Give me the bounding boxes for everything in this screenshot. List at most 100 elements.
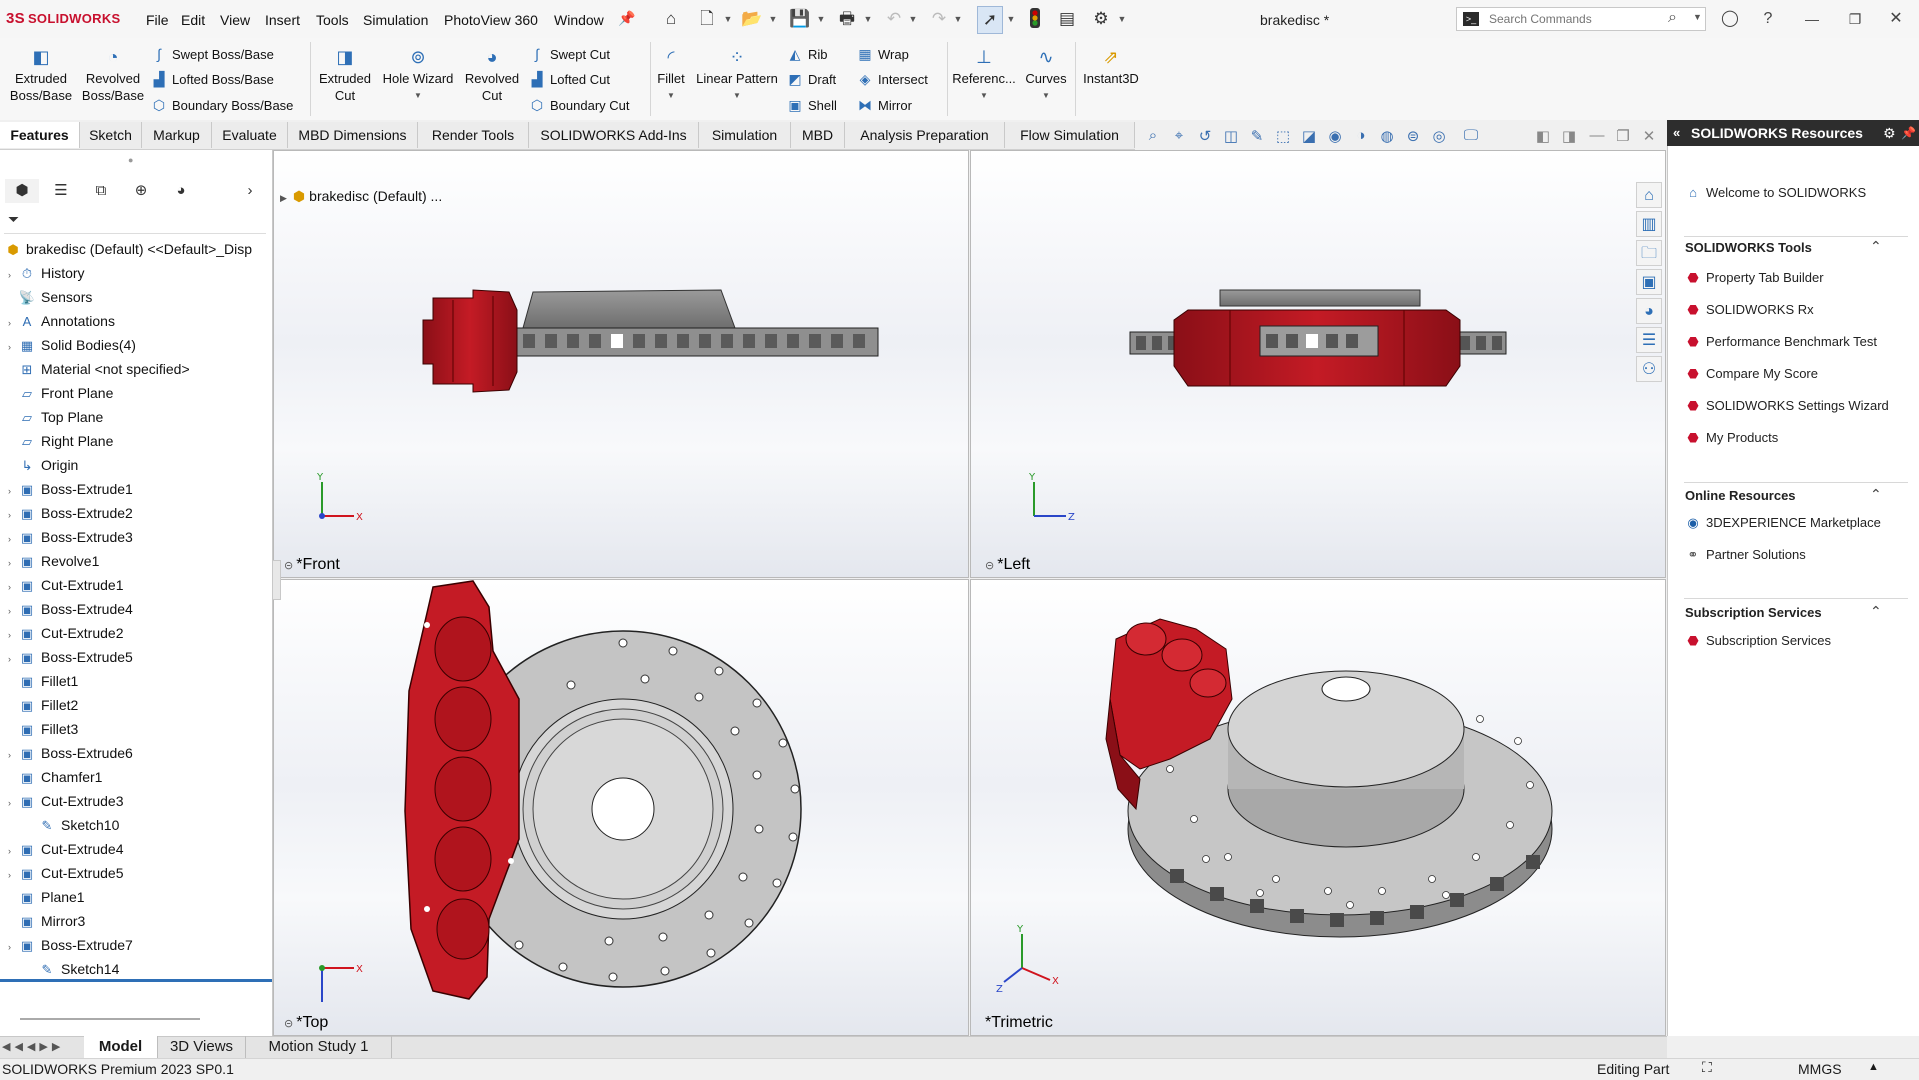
rollback-bar[interactable] [0, 979, 272, 982]
propertymanager-tab-icon[interactable]: ☰ [44, 179, 78, 203]
open-folder-icon[interactable]: 📂 [741, 8, 763, 30]
save-dropdown-icon[interactable]: ▼ [816, 8, 826, 30]
subscription-services-link[interactable]: ⬣ Subscription Services [1684, 631, 1831, 651]
undo-dropdown-icon[interactable]: ▼ [908, 8, 918, 30]
previous-view-icon[interactable]: ↺ [1194, 127, 1216, 145]
linear-pattern-button[interactable]: ⁘ Linear Pattern ▼ [692, 46, 782, 104]
configurationmanager-tab-icon[interactable]: ⧉ [84, 179, 118, 203]
link-views-icon[interactable]: ⊝ [284, 1018, 293, 1030]
tree-item[interactable]: › ▣ Cut-Extrude2 [8, 621, 123, 645]
lofted-cut-button[interactable]: ▟ Lofted Cut [528, 69, 610, 89]
options-gear-icon[interactable]: ⚙ [1090, 8, 1112, 30]
view-palette-tab-icon[interactable]: ▣ [1636, 269, 1662, 295]
revolved-cut-button[interactable]: ◕ Revolved Cut [461, 46, 523, 104]
viewport-front-label[interactable]: ⊝ *Front [284, 556, 340, 574]
design-library-tab-icon[interactable]: ▥ [1636, 211, 1662, 237]
tab-render-tools[interactable]: Render Tools [418, 122, 529, 148]
tree-item[interactable]: › ▣ Boss-Extrude7 [8, 933, 133, 957]
intersect-button[interactable]: ◈ Intersect [856, 69, 928, 89]
tab-evaluate[interactable]: Evaluate [212, 122, 288, 148]
displaymanager-tab-icon[interactable]: ◕ [164, 179, 198, 203]
tool-link[interactable]: ⬣ My Products [1684, 428, 1778, 448]
tree-root[interactable]: ⬢ brakedisc (Default) <<Default>_Disp [4, 237, 252, 261]
tree-item[interactable]: › A Annotations [8, 309, 115, 333]
tree-expand-icon[interactable]: › [8, 863, 18, 887]
tree-filter[interactable]: ⏷ [4, 208, 266, 234]
rebuild-status-icon[interactable]: ⛶ [1702, 1059, 1712, 1076]
menu-edit[interactable]: Edit [181, 12, 205, 28]
tree-item[interactable]: › ▣ Cut-Extrude3 [8, 789, 123, 813]
tree-expand-icon[interactable]: › [8, 263, 18, 287]
dynamic-annotation-icon[interactable]: ✎ [1246, 127, 1268, 145]
tab-mbd-dimensions[interactable]: MBD Dimensions [288, 122, 418, 148]
tab-solidworks-addins[interactable]: SOLIDWORKS Add-Ins [529, 122, 699, 148]
fillet-button[interactable]: ◜ Fillet ▼ [654, 46, 688, 104]
task-pane-settings-icon[interactable]: ⚙ [1883, 120, 1896, 146]
view-settings-icon[interactable]: ⊜ [1402, 127, 1424, 145]
task-pane-pin-icon[interactable]: 📌 [1901, 120, 1916, 146]
tile-right-icon[interactable]: ◨ [1558, 127, 1580, 145]
tree-item[interactable]: ▣ Plane1 [8, 885, 85, 909]
wrap-button[interactable]: ▦ Wrap [856, 44, 908, 64]
tab-flow-simulation[interactable]: Flow Simulation [1005, 122, 1135, 148]
featuremanager-tab-icon[interactable]: ⬢ [5, 179, 39, 203]
tool-link[interactable]: ⬣ SOLIDWORKS Settings Wizard [1684, 396, 1888, 416]
display-pane-icon[interactable]: 🖵 [1460, 127, 1482, 144]
file-explorer-tab-icon[interactable]: 🗀 [1636, 240, 1662, 266]
revolved-boss-button[interactable]: ◔ Revolved Boss/Base [80, 46, 146, 104]
section-view-icon[interactable]: ◫ [1220, 127, 1242, 145]
file-properties-icon[interactable]: ▤ [1056, 8, 1078, 30]
tree-item[interactable]: ▣ Mirror3 [8, 909, 86, 933]
viewport-left-label[interactable]: ⊝ *Left [985, 556, 1030, 574]
tab-3d-views[interactable]: 3D Views [158, 1036, 246, 1058]
help-icon[interactable]: ? [1756, 8, 1780, 30]
user-account-icon[interactable]: ◯ [1718, 8, 1742, 30]
shell-button[interactable]: ▣ Shell [786, 95, 837, 115]
tree-item[interactable]: › ▣ Boss-Extrude3 [8, 525, 133, 549]
search-icon[interactable]: ⌕ [1668, 9, 1677, 27]
print-dropdown-icon[interactable]: ▼ [863, 8, 873, 30]
redo-dropdown-icon[interactable]: ▼ [953, 8, 963, 30]
edit-appearance-icon[interactable]: ◑ [1350, 127, 1372, 144]
menu-simulation[interactable]: Simulation [363, 12, 428, 28]
draft-button[interactable]: ◩ Draft [786, 69, 836, 89]
minimize-window-icon[interactable]: — [1800, 8, 1824, 30]
apply-scene-icon[interactable]: ◍ [1376, 127, 1398, 145]
reference-geometry-button[interactable]: ⊥ Referenc... ▼ [951, 46, 1017, 104]
viewport-trimetric-label[interactable]: *Trimetric [985, 1014, 1053, 1032]
collapse-tools-icon[interactable]: ⌃ [1870, 238, 1882, 255]
tool-link[interactable]: ⬣ Compare My Score [1684, 364, 1818, 384]
tools-section-title[interactable]: SOLIDWORKS Tools [1685, 240, 1812, 255]
mirror-button[interactable]: ⧓ Mirror [856, 95, 912, 115]
solidworks-resources-tab-icon[interactable]: ⌂ [1636, 182, 1662, 208]
view-orientation-icon[interactable]: ⬚ [1272, 127, 1294, 145]
tab-model[interactable]: Model [84, 1036, 158, 1058]
rotate-view-icon[interactable]: ◎ [1428, 127, 1450, 145]
tree-item[interactable]: › ▣ Boss-Extrude5 [8, 645, 133, 669]
panel-grip-icon[interactable]: ● [128, 155, 133, 165]
tree-expand-icon[interactable]: › [8, 791, 18, 815]
rebuild-traffic-light-icon[interactable] [1024, 8, 1046, 30]
open-dropdown-icon[interactable]: ▼ [768, 8, 778, 30]
curves-dropdown-icon[interactable]: ▼ [1020, 87, 1072, 104]
tree-item[interactable]: ▣ Fillet1 [8, 669, 79, 693]
pin-icon[interactable]: 📌 [618, 10, 635, 27]
solidworks-logo[interactable]: 3S SOLIDWORKS [6, 10, 121, 27]
tree-item[interactable]: › ▣ Cut-Extrude5 [8, 861, 123, 885]
extruded-cut-button[interactable]: ◨ Extruded Cut [314, 46, 376, 104]
tree-item[interactable]: ↳ Origin [8, 453, 79, 477]
print-icon[interactable]: 🖶 [836, 8, 858, 30]
tree-item[interactable]: ✎ Sketch10 [28, 813, 120, 837]
menu-file[interactable]: File [146, 12, 169, 28]
menu-tools[interactable]: Tools [316, 12, 349, 28]
tab-motion-study[interactable]: Motion Study 1 [246, 1036, 392, 1058]
swept-cut-button[interactable]: ∫ Swept Cut [528, 44, 610, 64]
partner-solutions-link[interactable]: ⚭ Partner Solutions [1684, 545, 1806, 565]
boundary-cut-button[interactable]: ⬡ Boundary Cut [528, 95, 630, 115]
tree-item[interactable]: › ▦ Solid Bodies(4) [8, 333, 136, 357]
new-dropdown-icon[interactable]: ▼ [723, 8, 733, 30]
curves-button[interactable]: ∿ Curves ▼ [1020, 46, 1072, 104]
tree-item[interactable]: › ▣ Boss-Extrude2 [8, 501, 133, 525]
tree-item[interactable]: ▱ Front Plane [8, 381, 113, 405]
units-selector[interactable]: MMGS [1798, 1061, 1842, 1077]
